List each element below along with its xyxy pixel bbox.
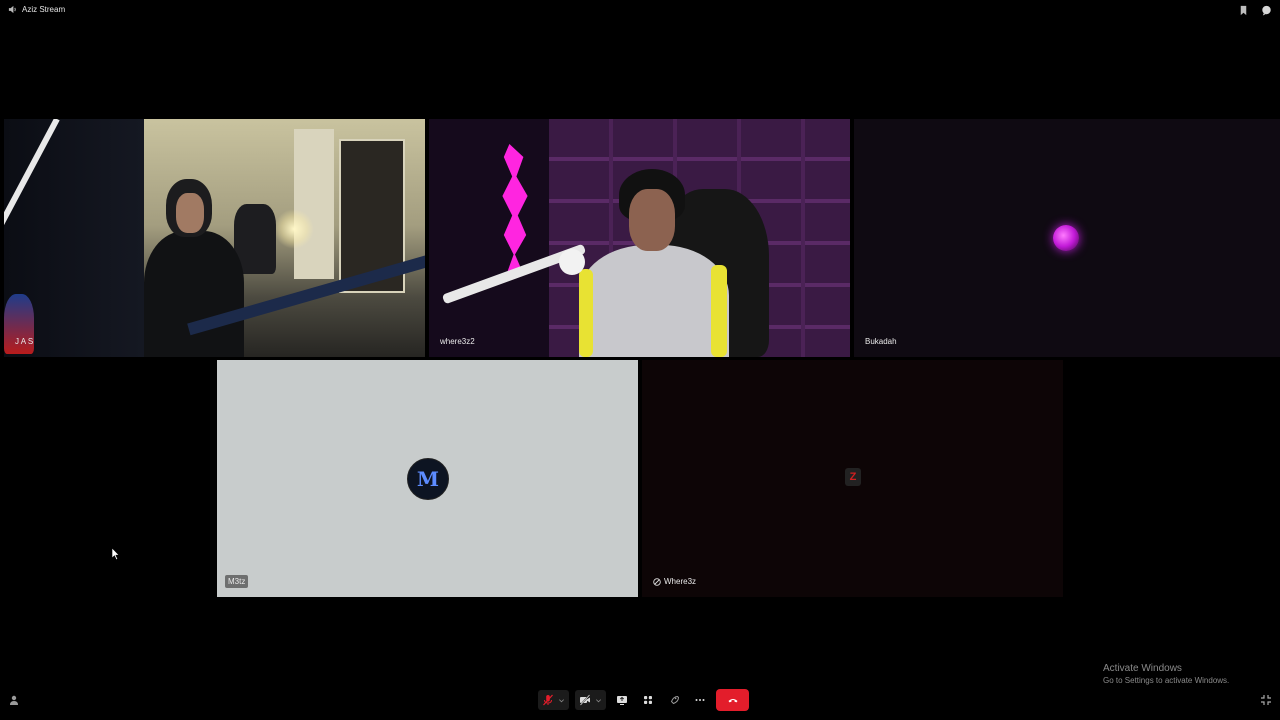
more-options-button[interactable] [690, 690, 710, 710]
participant-tile-m3tz[interactable]: M M3tz [217, 360, 638, 597]
participant-name: Bukadah [865, 337, 897, 346]
exit-fullscreen-icon[interactable] [1260, 694, 1272, 706]
participant-video [176, 193, 204, 233]
end-call-button[interactable] [716, 689, 749, 711]
share-screen-icon [617, 696, 627, 705]
avatar [1053, 225, 1079, 251]
call-toolbar [538, 689, 749, 711]
participant-video [579, 245, 729, 357]
video-background [294, 129, 334, 279]
activation-watermark: Activate Windows Go to Settings to activ… [1103, 663, 1229, 685]
camera-toggle-button[interactable] [575, 690, 606, 710]
window-title-text: Aziz Stream [22, 5, 66, 14]
participants-icon[interactable] [8, 694, 20, 706]
video-background [274, 209, 314, 249]
participant-video [144, 231, 244, 357]
share-screen-button[interactable] [612, 690, 632, 710]
speaker-icon [8, 5, 16, 14]
mute-toggle-button[interactable] [538, 690, 569, 710]
participant-name-row: Where3z [650, 575, 699, 588]
ellipsis-icon [695, 699, 705, 701]
top-bar: Aziz Stream [0, 0, 1280, 24]
participant-tile-jas[interactable]: J A S [4, 119, 425, 357]
chat-icon[interactable] [1261, 5, 1272, 16]
mic-muted-icon [543, 694, 553, 706]
mic-off-icon [653, 577, 661, 586]
watermark-subtitle: Go to Settings to activate Windows. [1103, 676, 1230, 685]
participant-tile-bukadah[interactable]: Bukadah [854, 119, 1280, 357]
participant-video [629, 189, 675, 251]
avatar-letter: Z [849, 471, 857, 483]
rocket-icon [670, 695, 680, 705]
avatar: M [407, 458, 449, 500]
participant-name: J A S [15, 337, 34, 346]
participant-name: where3z2 [440, 337, 475, 346]
avatar-letter: M [416, 467, 440, 491]
apps-grid-icon [644, 696, 652, 704]
participant-tile-where3z[interactable]: Z Where3z [642, 360, 1063, 597]
video-background [559, 249, 585, 275]
chevron-down-icon[interactable] [595, 697, 602, 704]
participant-video [711, 265, 727, 357]
video-background [502, 144, 528, 274]
participant-name: M3tz [225, 575, 249, 588]
window-title: Aziz Stream [8, 5, 65, 14]
participant-tile-where3z2[interactable]: where3z2 [429, 119, 850, 357]
participant-video [579, 169, 729, 357]
camera-off-icon [579, 694, 591, 706]
avatar: Z [845, 468, 861, 486]
hang-up-icon [728, 699, 737, 703]
activities-button[interactable] [664, 690, 684, 710]
mouse-cursor-icon [112, 548, 120, 560]
participant-video [579, 269, 593, 357]
participant-name: Where3z [664, 577, 697, 586]
watermark-title: Activate Windows [1103, 663, 1182, 674]
bookmark-icon[interactable] [1238, 5, 1249, 16]
chevron-down-icon[interactable] [558, 697, 565, 704]
apps-button[interactable] [638, 690, 658, 710]
